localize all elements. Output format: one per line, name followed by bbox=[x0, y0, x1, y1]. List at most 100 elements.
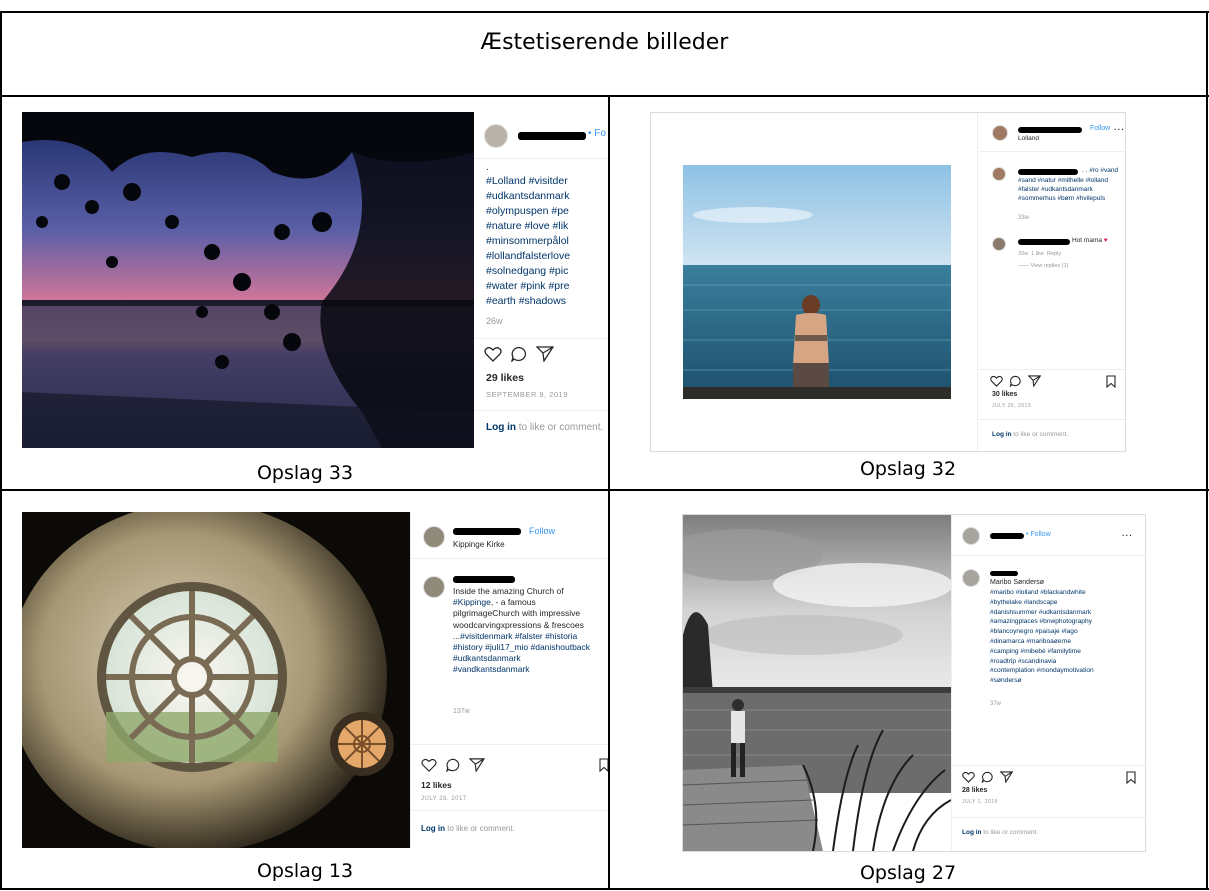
redacted-caption-user bbox=[453, 576, 515, 583]
bookmark-icon[interactable] bbox=[599, 758, 608, 772]
likes-count: 30 likes bbox=[992, 391, 1018, 398]
redacted-username bbox=[453, 528, 521, 535]
comment-icon[interactable] bbox=[981, 771, 994, 783]
commenter-avatar[interactable] bbox=[992, 167, 1006, 181]
login-prompt: Log in to like or comment. bbox=[962, 829, 1038, 836]
post-age: 137w bbox=[453, 708, 470, 715]
post-age: 37w bbox=[990, 701, 1002, 707]
more-options-icon[interactable]: ··· bbox=[1122, 531, 1133, 540]
post-date: JULY 28, 2017 bbox=[421, 796, 467, 802]
view-replies[interactable]: —— View replies (1) bbox=[1018, 263, 1068, 269]
hashtag-list[interactable]: #Lolland #visitder #udkantsdanmark #olym… bbox=[486, 174, 608, 309]
redacted-username bbox=[990, 533, 1024, 539]
actions-divider bbox=[411, 744, 608, 745]
footer-divider bbox=[952, 817, 1145, 818]
post-age: 26w bbox=[486, 316, 503, 326]
post-sidebar: Follow ··· Lolland . . #ro #vand #sand #… bbox=[977, 113, 1125, 451]
comment-icon[interactable] bbox=[1009, 375, 1022, 387]
caption-dot: . bbox=[486, 162, 489, 173]
login-link[interactable]: Log in bbox=[992, 431, 1012, 438]
post-date: JULY 1, 2019 bbox=[962, 799, 998, 805]
caption-tail[interactable]: . . #ro #vand bbox=[1082, 167, 1118, 174]
caption-body: Inside the amazing Church of #Kippinge, … bbox=[453, 586, 608, 676]
actions-divider bbox=[978, 369, 1125, 370]
follow-button[interactable]: • Fo bbox=[588, 128, 606, 139]
likes-count: 29 likes bbox=[486, 372, 524, 384]
hashtag-list[interactable]: #visitdenmark #falster #historia #histor… bbox=[453, 631, 590, 675]
header-divider bbox=[411, 558, 608, 559]
bookmark-icon[interactable] bbox=[1126, 771, 1136, 784]
action-icons bbox=[962, 771, 1013, 783]
more-options-icon[interactable]: ··· bbox=[1114, 125, 1125, 134]
location-link[interactable]: Kippinge Kirke bbox=[453, 540, 505, 549]
follow-label[interactable]: Follow bbox=[1030, 531, 1050, 538]
follow-button[interactable]: Follow bbox=[1090, 125, 1110, 132]
login-prompt: Log in to like or comment. bbox=[992, 431, 1068, 438]
action-icons bbox=[990, 375, 1041, 387]
follow-button[interactable]: • Follow bbox=[1026, 531, 1051, 538]
commenter-avatar[interactable] bbox=[423, 576, 445, 598]
redacted-caption-user bbox=[990, 571, 1018, 576]
heart-icon[interactable] bbox=[962, 771, 975, 783]
login-link[interactable]: Log in bbox=[486, 422, 516, 433]
redacted-username bbox=[1018, 127, 1082, 133]
actions-divider bbox=[474, 338, 608, 339]
hashtag-list[interactable]: #sand #natur #mithelle #lolland #falster… bbox=[1018, 176, 1125, 203]
comment-meta[interactable]: 33w 1 like Reply bbox=[1018, 251, 1061, 257]
footer-divider bbox=[978, 419, 1125, 420]
heart-icon[interactable] bbox=[990, 375, 1003, 387]
login-link[interactable]: Log in bbox=[962, 829, 982, 836]
post-age: 33w bbox=[1018, 215, 1030, 221]
comment-icon[interactable] bbox=[510, 346, 528, 362]
table-border-header bbox=[0, 95, 1209, 97]
commenter-avatar-2[interactable] bbox=[992, 237, 1006, 251]
post-photo-church-window bbox=[22, 512, 410, 848]
share-icon[interactable] bbox=[1000, 771, 1013, 783]
commenter-avatar[interactable] bbox=[962, 569, 980, 587]
redacted-username bbox=[518, 132, 586, 140]
login-text: to like or comment. bbox=[445, 824, 515, 833]
view-replies-label[interactable]: View replies (1) bbox=[1031, 263, 1069, 269]
login-prompt: Log in to like or comment. bbox=[421, 824, 515, 833]
redacted-caption-user bbox=[1018, 169, 1078, 175]
login-text: to like or comment. bbox=[516, 422, 604, 433]
header-divider bbox=[978, 151, 1125, 152]
login-text: to like or comment. bbox=[1011, 431, 1069, 438]
comment-text: Hot mama ♥ bbox=[1072, 237, 1108, 244]
user-avatar[interactable] bbox=[992, 125, 1008, 141]
login-prompt: Log in to like or comment. bbox=[486, 422, 603, 433]
comment-icon[interactable] bbox=[445, 758, 461, 772]
instagram-post-13: Follow Kippinge Kirke Inside the amazing… bbox=[22, 512, 608, 848]
user-avatar[interactable] bbox=[962, 527, 980, 545]
post-photo-sea bbox=[683, 165, 951, 399]
hashtag-list[interactable]: #maribo #lolland #blackandwhite #bythela… bbox=[990, 588, 1145, 686]
table-border-left bbox=[0, 11, 2, 890]
table-border-right bbox=[1206, 11, 1208, 890]
heart-icon[interactable] bbox=[421, 758, 437, 772]
instagram-post-27: • Follow ··· Maribo Søndersø #maribo #lo… bbox=[682, 514, 1146, 852]
comment-body: Hot mama bbox=[1072, 237, 1102, 244]
action-icons bbox=[484, 346, 554, 362]
caption-text-1: Inside the amazing Church of bbox=[453, 586, 564, 596]
share-icon[interactable] bbox=[469, 758, 485, 772]
heart-emoji-icon: ♥ bbox=[1103, 237, 1108, 244]
bookmark-icon[interactable] bbox=[1106, 375, 1116, 388]
user-avatar[interactable] bbox=[484, 124, 508, 148]
location-link[interactable]: Lolland bbox=[1018, 135, 1039, 142]
replies-dash: —— bbox=[1018, 263, 1031, 269]
actions-divider bbox=[952, 765, 1145, 766]
likes-count: 12 likes bbox=[421, 780, 452, 790]
caption-post-32: Opslag 32 bbox=[859, 458, 957, 480]
follow-button[interactable]: Follow bbox=[529, 526, 555, 536]
redacted-commenter bbox=[1018, 239, 1070, 245]
share-icon[interactable] bbox=[536, 346, 554, 362]
heart-icon[interactable] bbox=[484, 346, 502, 362]
table-border-bottom bbox=[0, 888, 1209, 890]
user-avatar[interactable] bbox=[423, 526, 445, 548]
hashtag-kippinge[interactable]: #Kippinge bbox=[453, 597, 491, 607]
table-border-top bbox=[0, 11, 1209, 13]
action-icons bbox=[421, 758, 485, 772]
login-link[interactable]: Log in bbox=[421, 824, 445, 833]
post-date: JULY 26, 2019 bbox=[992, 403, 1032, 409]
share-icon[interactable] bbox=[1028, 375, 1041, 387]
